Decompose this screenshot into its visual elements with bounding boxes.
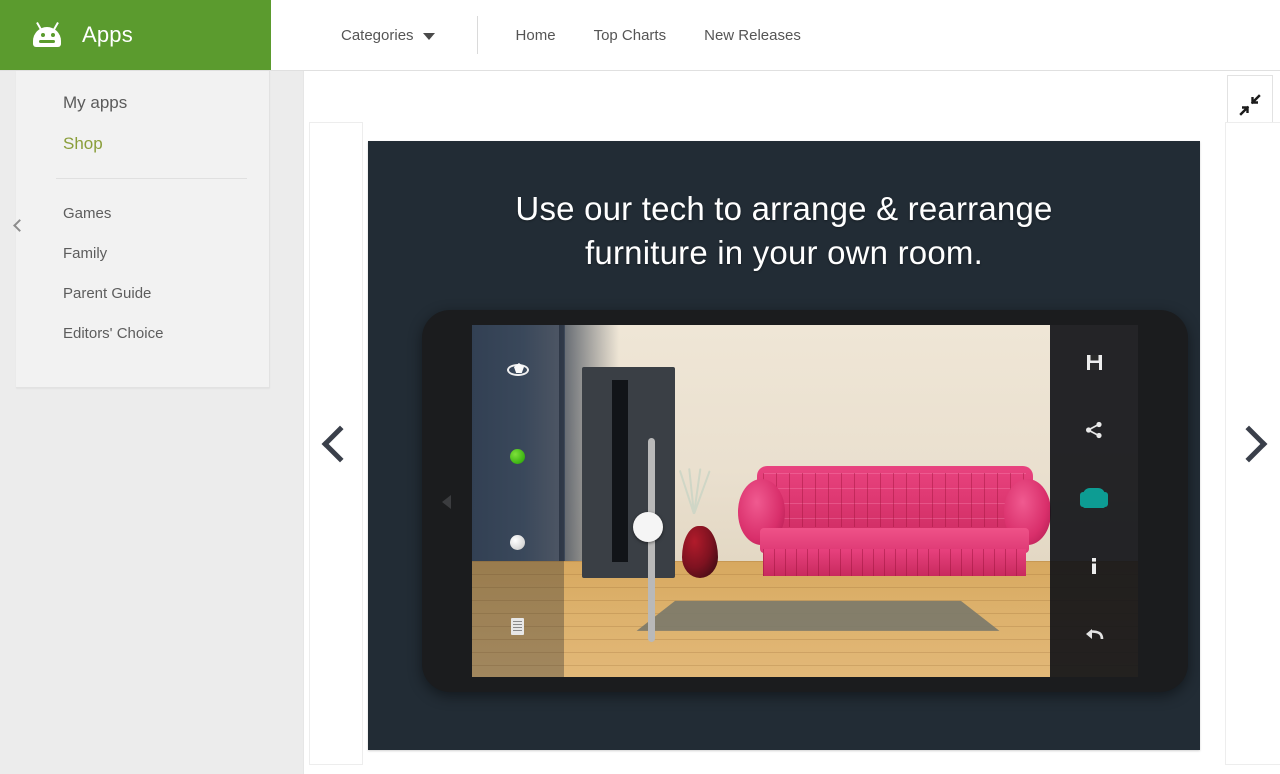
room-doorway xyxy=(581,367,676,579)
banner-headline-line-1: Use our tech to arrange & rearrange xyxy=(515,190,1053,227)
sidebar-item-family[interactable]: Family xyxy=(16,233,269,273)
nav-link-top-charts[interactable]: Top Charts xyxy=(594,27,667,44)
sidebar-item-parent-guide[interactable]: Parent Guide xyxy=(16,273,269,313)
green-marker-icon[interactable] xyxy=(503,441,533,471)
room-plant xyxy=(672,424,716,514)
sidebar-item-label: Parent Guide xyxy=(63,284,152,302)
sidebar-item-my-apps[interactable]: My apps xyxy=(16,82,269,123)
ar-room-scene xyxy=(472,325,1138,677)
sidebar-item-label: Family xyxy=(63,244,108,262)
chevron-left-icon xyxy=(12,218,26,232)
nav-link-new-releases[interactable]: New Releases xyxy=(704,27,801,44)
slider-knob[interactable] xyxy=(632,511,663,542)
sidebar-divider xyxy=(56,178,247,179)
sofa-tufting xyxy=(763,472,1027,527)
armchair-icon[interactable] xyxy=(1079,483,1109,513)
chevron-left-icon xyxy=(321,425,359,462)
nav-links: Home Top Charts New Releases xyxy=(478,27,801,44)
nav-link-home[interactable]: Home xyxy=(516,27,556,44)
chevron-right-icon xyxy=(1230,425,1268,462)
app-right-toolbar xyxy=(1050,325,1138,677)
white-marker-icon[interactable] xyxy=(503,527,533,557)
room-door-gap xyxy=(611,379,629,562)
share-icon[interactable] xyxy=(1079,415,1109,445)
sidebar-item-label: My apps xyxy=(63,92,128,112)
brand-label: Apps xyxy=(82,22,133,47)
sidebar-item-editors-choice[interactable]: Editors' Choice xyxy=(16,313,269,353)
sidebar-item-shop[interactable]: Shop xyxy=(16,123,269,164)
phone-device-mockup xyxy=(422,310,1188,692)
catalog-icon[interactable] xyxy=(503,611,533,641)
app-left-toolbar xyxy=(472,325,564,677)
save-icon[interactable] xyxy=(1079,347,1109,377)
next-screenshot-button[interactable] xyxy=(1225,122,1280,765)
app-screenshot-banner[interactable]: Use our tech to arrange & rearrange furn… xyxy=(368,141,1200,750)
sidebar: My apps Shop Games Family Parent Guide E… xyxy=(16,71,270,388)
pink-sofa-object[interactable] xyxy=(738,465,1052,579)
sofa-skirt xyxy=(763,549,1027,577)
phone-screen xyxy=(472,325,1138,677)
chevron-down-icon xyxy=(422,33,435,40)
android-robot-icon xyxy=(30,22,64,48)
room-vase xyxy=(681,525,718,578)
previous-screenshot-button[interactable] xyxy=(309,122,363,765)
categories-label: Categories xyxy=(341,26,414,44)
info-icon[interactable] xyxy=(1079,551,1109,581)
main-nav: Categories Home Top Charts New Releases xyxy=(271,0,1280,70)
top-bar: Apps Categories Home Top Charts New Rele… xyxy=(0,0,1280,71)
play-store-screenshot-viewer: Apps Categories Home Top Charts New Rele… xyxy=(0,0,1280,774)
sidebar-item-games[interactable]: Games xyxy=(16,193,269,233)
room-rug xyxy=(636,600,1000,631)
categories-dropdown[interactable]: Categories xyxy=(341,27,435,44)
sidebar-item-label: Games xyxy=(63,204,112,222)
orbit-rotate-icon[interactable] xyxy=(503,355,533,385)
banner-headline-line-2: furniture in your own room. xyxy=(585,233,983,271)
sidebar-item-label: Shop xyxy=(63,133,103,153)
sidebar-item-label: Editors' Choice xyxy=(63,324,164,342)
fullscreen-exit-icon xyxy=(1239,93,1261,116)
phone-back-button-icon xyxy=(442,495,451,509)
sidebar-collapse-button[interactable] xyxy=(8,212,30,238)
undo-icon[interactable] xyxy=(1079,619,1109,649)
screenshot-viewer-panel: Use our tech to arrange & rearrange furn… xyxy=(303,71,1280,774)
brand-apps-home-link[interactable]: Apps xyxy=(0,0,271,70)
banner-headline: Use our tech to arrange & rearrange furn… xyxy=(368,187,1200,275)
